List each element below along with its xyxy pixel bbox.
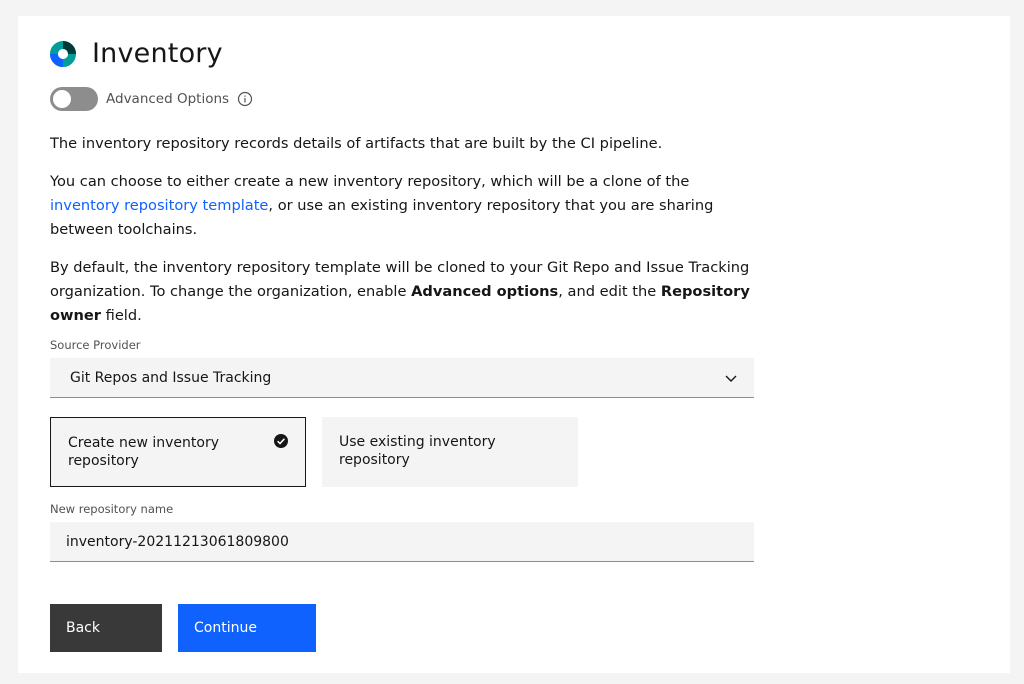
advanced-options-label: Advanced Options xyxy=(106,91,230,107)
repository-name-label: New repository name xyxy=(50,502,174,516)
toggle-knob xyxy=(53,90,71,108)
source-provider-label: Source Provider xyxy=(50,338,141,352)
header: Inventory xyxy=(50,38,223,69)
page-title: Inventory xyxy=(92,38,223,69)
intro-paragraph-2: You can choose to either create a new in… xyxy=(50,170,750,242)
p3-bold-advanced: Advanced options xyxy=(411,283,559,300)
info-icon[interactable] xyxy=(237,91,253,107)
existing-tile-label: Use existing inventory repository xyxy=(339,434,496,468)
p3-text-after: field. xyxy=(101,307,142,324)
checkmark-filled-icon xyxy=(274,434,288,448)
intro-paragraph-1: The inventory repository records details… xyxy=(50,135,663,152)
use-existing-repository-tile[interactable]: Use existing inventory repository xyxy=(322,417,578,487)
back-button[interactable]: Back xyxy=(50,604,162,652)
continue-button[interactable]: Continue xyxy=(178,604,316,652)
source-provider-select[interactable]: Git Repos and Issue Tracking xyxy=(50,358,754,398)
intro-paragraph-3: By default, the inventory repository tem… xyxy=(50,256,750,328)
p2-text-before: You can choose to either create a new in… xyxy=(50,173,690,190)
wizard-panel: Inventory Advanced Options The inventory… xyxy=(18,16,1010,673)
create-tile-label: Create new inventory repository xyxy=(68,435,219,469)
advanced-options-row: Advanced Options xyxy=(50,87,253,111)
inventory-template-link[interactable]: inventory repository template xyxy=(50,197,268,214)
source-provider-value: Git Repos and Issue Tracking xyxy=(70,369,272,386)
chevron-down-icon xyxy=(725,375,737,382)
advanced-options-toggle[interactable] xyxy=(50,87,98,111)
inventory-ring-logo-icon xyxy=(50,40,76,67)
p3-text-mid: , and edit the xyxy=(558,283,661,300)
create-new-repository-tile[interactable]: Create new inventory repository xyxy=(50,417,306,487)
repository-name-input[interactable] xyxy=(50,522,754,562)
